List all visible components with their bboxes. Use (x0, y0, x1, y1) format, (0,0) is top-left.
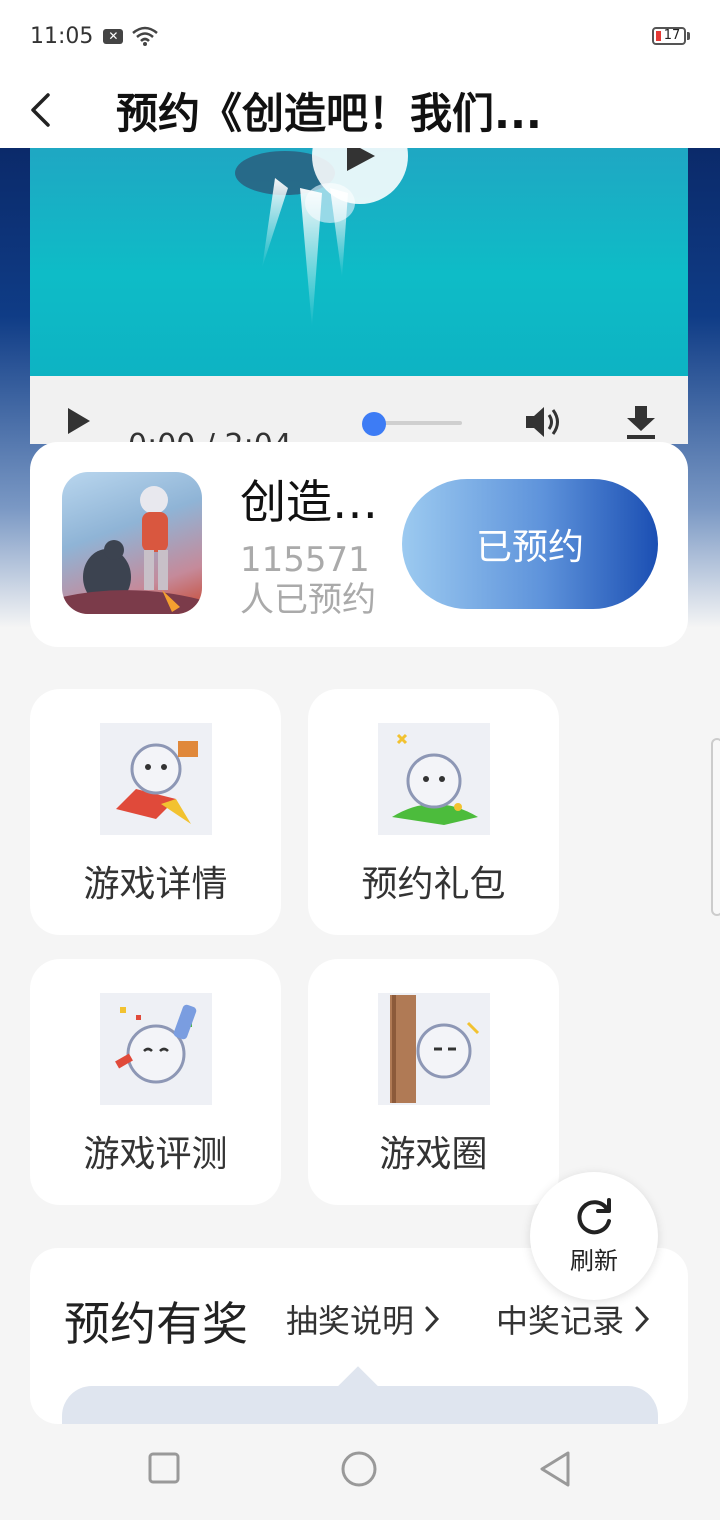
winning-records-link[interactable]: 中奖记录 (496, 1296, 650, 1342)
battery-level: 17 (663, 28, 681, 43)
game-info-card: 创造… 115571 人已预约 已预约 (30, 442, 688, 647)
back-nav-icon[interactable] (538, 1450, 572, 1488)
battery-cap (687, 32, 690, 40)
wifi-icon (132, 26, 159, 46)
recent-apps-icon[interactable] (148, 1452, 180, 1484)
mascot-gift-icon (378, 723, 490, 835)
page-title: 预约《创造吧！我们... (116, 88, 542, 138)
volume-icon[interactable] (524, 404, 564, 440)
mascot-rocket-icon (100, 723, 212, 835)
game-name: 创造… (240, 475, 378, 529)
control-play-icon[interactable] (66, 406, 92, 436)
refresh-label: 刷新 (570, 1246, 618, 1275)
system-nav-bar (0, 1424, 720, 1520)
title-bar: 预约《创造吧！我们... (0, 72, 720, 148)
reserve-count: 115571 人已预约 (240, 540, 390, 620)
chevron-right-icon (425, 1306, 440, 1332)
reserve-count-number: 115571 (240, 540, 370, 580)
reward-title: 预约有奖 (64, 1297, 248, 1351)
status-bar: 11:05 ✕ 17 (0, 0, 720, 72)
refresh-icon (577, 1197, 611, 1234)
status-time: 11:05 (30, 23, 94, 49)
tile-reserve-gift[interactable]: 预约礼包 (308, 689, 559, 935)
side-drawer-handle[interactable] (711, 738, 720, 916)
refresh-button[interactable]: 刷新 (530, 1172, 658, 1300)
reserved-button[interactable]: 已预约 (402, 479, 658, 609)
tile-label: 游戏圈 (379, 1134, 488, 1175)
seek-thumb[interactable] (362, 412, 386, 436)
play-icon (347, 148, 375, 171)
tile-game-review[interactable]: 游戏评测 (30, 959, 281, 1205)
video-player[interactable] (30, 148, 688, 376)
chevron-right-icon (635, 1306, 650, 1332)
reserve-count-suffix: 人已预约 (240, 580, 376, 620)
status-icons: ✕ (103, 25, 159, 47)
reward-banner (62, 1386, 658, 1424)
battery-indicator: 17 (652, 27, 690, 45)
lottery-rules-link[interactable]: 抽奖说明 (286, 1296, 440, 1342)
winning-records-label: 中奖记录 (496, 1302, 625, 1340)
tile-game-details[interactable]: 游戏详情 (30, 689, 281, 935)
lottery-rules-label: 抽奖说明 (286, 1302, 415, 1340)
video-controls: 0:00 / 2:04 (30, 376, 688, 444)
back-arrow-icon (31, 93, 50, 127)
battery-icon: 17 (652, 27, 686, 45)
tile-label: 预约礼包 (361, 864, 506, 905)
back-button[interactable] (0, 72, 80, 148)
tile-label: 游戏详情 (83, 864, 228, 905)
download-icon[interactable] (624, 404, 658, 440)
game-cover-art (62, 486, 202, 614)
mascot-celebrate-icon (100, 993, 212, 1105)
tile-label: 游戏评测 (83, 1134, 228, 1175)
mascot-peek-icon (378, 993, 490, 1105)
tile-game-circle[interactable]: 游戏圈 (308, 959, 559, 1205)
home-icon[interactable] (340, 1450, 378, 1488)
notification-x-icon: ✕ (103, 28, 124, 44)
game-icon[interactable] (62, 472, 202, 614)
